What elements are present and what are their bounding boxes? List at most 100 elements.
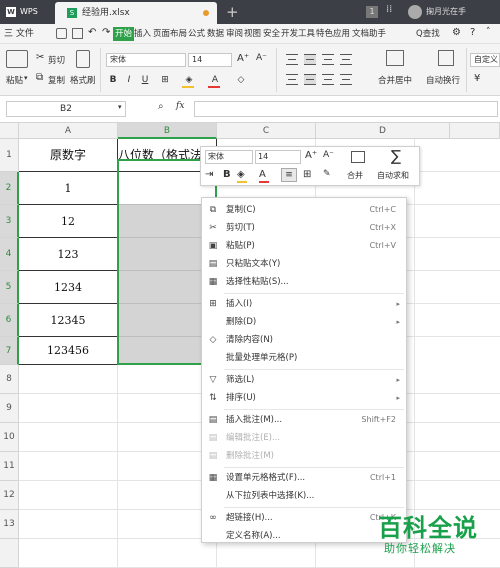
row-header[interactable]: 5 [0,271,19,304]
column-header-e[interactable] [450,123,500,139]
row-header[interactable]: 8 [0,365,19,394]
file-menu[interactable]: 三 文件 [4,24,34,44]
paste-icon[interactable] [6,50,28,68]
format-painter-icon[interactable] [76,50,90,68]
new-tab-button[interactable]: + [226,2,239,22]
tab-developer[interactable]: 开发工具 [281,24,315,44]
align-right-icon[interactable] [322,74,334,85]
cell-a4[interactable]: 123 [19,238,118,271]
menu-item-insert-comment[interactable]: ▤ 插入批注(M)... Shift+F2 [202,411,406,429]
clear-format-icon[interactable]: ◇ [234,73,248,87]
row-header[interactable]: 2 [0,172,19,205]
mini-bold-button[interactable]: B [223,169,231,180]
cell-a1[interactable]: 原数字 [19,139,118,172]
mini-font-color-icon[interactable]: A [259,169,266,180]
mini-format-painter-icon[interactable]: ✎ [323,169,331,179]
wrap-text-button[interactable]: 自动换行 [426,74,460,86]
italic-button[interactable]: I [122,73,136,87]
save-icon[interactable] [56,28,67,39]
font-name-select[interactable]: 宋体 [106,53,186,67]
row-header[interactable]: 1 [0,139,19,172]
tab-view[interactable]: 视图 [244,24,261,44]
row-header[interactable] [0,539,19,568]
window-count-badge[interactable]: 1 [366,6,378,18]
copy-button[interactable]: 复制 [48,74,65,86]
mini-merge-button[interactable]: 合并 [347,170,363,181]
mini-wrap-icon[interactable]: ⇥ [205,169,213,180]
menu-item-paste[interactable]: ▣ 粘贴(P) Ctrl+V [202,237,406,255]
user-avatar[interactable] [408,5,422,19]
bold-button[interactable]: B [106,73,120,87]
format-painter-button[interactable]: 格式刷 [70,74,96,86]
user-name[interactable]: 掬月光在手 [426,0,466,24]
mini-border-icon[interactable]: ⊞ [303,169,311,180]
tab-data[interactable]: 数据 [207,24,224,44]
row-header[interactable]: 3 [0,205,19,238]
collapse-chevron-icon[interactable]: ˄ [486,27,491,37]
column-header-c[interactable]: C [217,123,316,139]
justify-icon[interactable] [340,74,352,85]
menu-item-cut[interactable]: ✂ 剪切(T) Ctrl+X [202,219,406,237]
menu-item-clear-contents[interactable]: ◇ 清除内容(N) [202,331,406,349]
row-header[interactable]: 13 [0,510,19,539]
row-header[interactable]: 10 [0,423,19,452]
tab-review[interactable]: 审阅 [226,24,243,44]
column-header-a[interactable]: A [19,123,118,139]
formula-input[interactable] [194,101,498,117]
menu-item-paste-special[interactable]: ▦ 选择性粘贴(S)... [202,273,406,291]
cut-button[interactable]: 剪切 [48,54,65,66]
menu-item-batch-process[interactable]: 批量处理单元格(P) [202,349,406,367]
tab-formula[interactable]: 公式 [188,24,205,44]
mini-merge-icon[interactable] [351,151,365,163]
cell-a7[interactable]: 123456 [19,337,118,365]
row-header[interactable]: 6 [0,304,19,337]
print-icon[interactable] [72,28,83,39]
number-format-select[interactable]: 自定义 [470,53,500,67]
border-icon[interactable]: ⊞ [158,73,172,87]
mini-font-grow-icon[interactable]: A⁺ [305,150,317,161]
font-grow-icon[interactable]: A⁺ [237,53,249,64]
font-color-icon[interactable]: A [208,73,222,87]
menu-item-hyperlink[interactable]: ∞ 超链接(H)... Ctrl+K [202,509,406,527]
name-box-dropdown-icon[interactable]: ▾ [118,103,122,111]
zoom-search-icon[interactable]: ⌕ [158,101,164,112]
underline-button[interactable]: U [138,73,152,87]
cut-icon[interactable]: ✂ [36,52,44,63]
more-dots-icon[interactable]: ⁞⁞ [386,4,392,15]
wps-home-tab[interactable]: W WPS [0,0,52,24]
tab-insert[interactable]: 插入 [134,24,151,44]
menu-item-copy[interactable]: ⧉ 复制(C) Ctrl+C [202,201,406,219]
mini-font-size-select[interactable]: 14 [255,150,301,164]
menu-item-format-cells[interactable]: ▦ 设置单元格格式(F)... Ctrl+1 [202,469,406,487]
tab-page-layout[interactable]: 页面布局 [153,24,187,44]
cell-a5[interactable]: 1234 [19,271,118,304]
menu-item-filter[interactable]: ▽ 筛选(L) ▸ [202,371,406,389]
paste-dropdown-icon[interactable]: ▾ [24,74,28,82]
merge-center-icon[interactable] [386,50,404,66]
mini-font-name-select[interactable]: 宋体 [205,150,253,164]
redo-icon[interactable]: ↷ [102,27,110,38]
menu-item-sort[interactable]: ⇅ 排序(U) ▸ [202,389,406,407]
copy-icon[interactable]: ⧉ [36,72,43,83]
undo-icon[interactable]: ↶ [88,27,96,38]
column-header-d[interactable]: D [316,123,450,139]
tab-security[interactable]: 安全 [263,24,280,44]
merge-center-button[interactable]: 合并居中 [378,74,412,86]
indent-icon[interactable] [340,54,352,65]
column-header-b[interactable]: B [118,123,217,139]
name-box[interactable]: B2 [6,101,126,117]
mini-sum-icon[interactable]: ∑ [391,147,401,165]
tab-doc-assistant[interactable]: 文档助手 [352,24,386,44]
mini-fill-color-icon[interactable]: ◈ [237,169,245,180]
font-shrink-icon[interactable]: A⁻ [256,53,267,63]
settings-icon[interactable]: ⚙ [452,27,461,38]
document-tab[interactable]: S 经验用.xlsx [55,2,217,24]
align-left-icon[interactable] [286,74,298,85]
cell-a2[interactable]: 1 [19,172,118,205]
align-center-icon[interactable] [304,74,316,85]
tab-features[interactable]: 特色应用 [316,24,350,44]
row-header[interactable]: 7 [0,337,19,365]
currency-icon[interactable]: ¥ [474,73,480,84]
cell-a3[interactable]: 12 [19,205,118,238]
row-header[interactable]: 4 [0,238,19,271]
